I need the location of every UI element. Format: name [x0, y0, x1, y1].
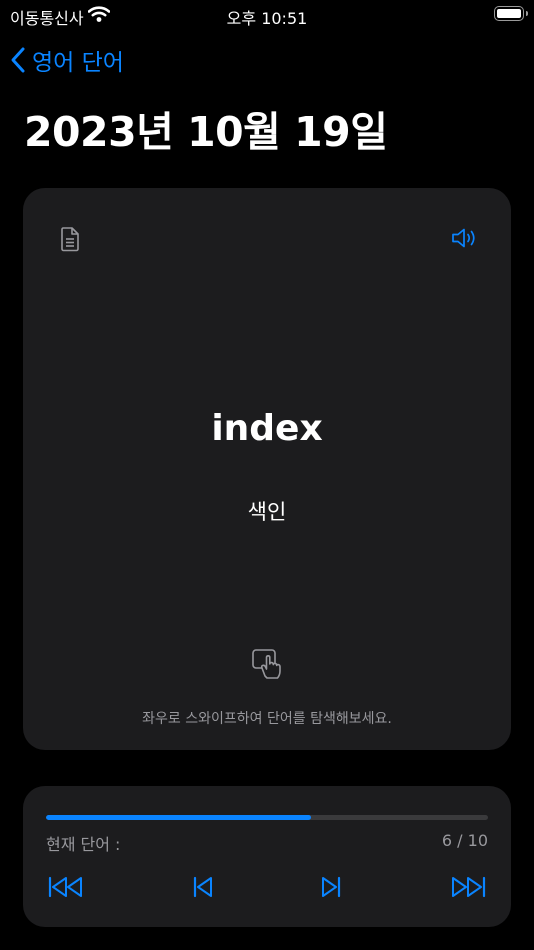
current-word-label: 현재 단어 : — [46, 835, 121, 854]
previous-word-button[interactable] — [191, 876, 215, 902]
progress-fill — [46, 815, 312, 820]
progress-bar — [46, 815, 488, 820]
chevron-left-icon — [11, 47, 25, 73]
back-label: 영어 단어 — [32, 50, 124, 76]
flashcard[interactable]: index 색인 좌우로 스와이프하여 단어를 탐색해보세요. — [23, 188, 511, 750]
status-bar: 이동통신사 오후 10:51 — [0, 0, 534, 32]
clock: 오후 10:51 — [226, 9, 308, 28]
skip-to-start-icon — [48, 876, 82, 898]
meaning-text: 색인 — [247, 500, 287, 524]
page-title: 2023년 10월 19일 — [24, 108, 388, 156]
previous-icon — [193, 876, 212, 898]
swipe-hint: 좌우로 스와이프하여 단어를 탐색해보세요. — [142, 711, 392, 727]
speaker-icon[interactable] — [450, 226, 480, 254]
last-word-button[interactable] — [449, 876, 487, 902]
document-icon[interactable] — [58, 226, 82, 256]
word-text: index — [211, 408, 323, 449]
battery-icon — [494, 6, 528, 21]
first-word-button[interactable] — [47, 876, 85, 902]
next-icon — [322, 876, 341, 898]
word-counter: 6 / 10 — [441, 831, 488, 850]
back-button[interactable]: 영어 단어 — [10, 44, 124, 76]
skip-to-end-icon — [452, 876, 486, 898]
swipe-gesture-icon — [251, 648, 285, 684]
next-word-button[interactable] — [319, 876, 343, 902]
player-panel: 현재 단어 : 6 / 10 — [23, 786, 511, 927]
